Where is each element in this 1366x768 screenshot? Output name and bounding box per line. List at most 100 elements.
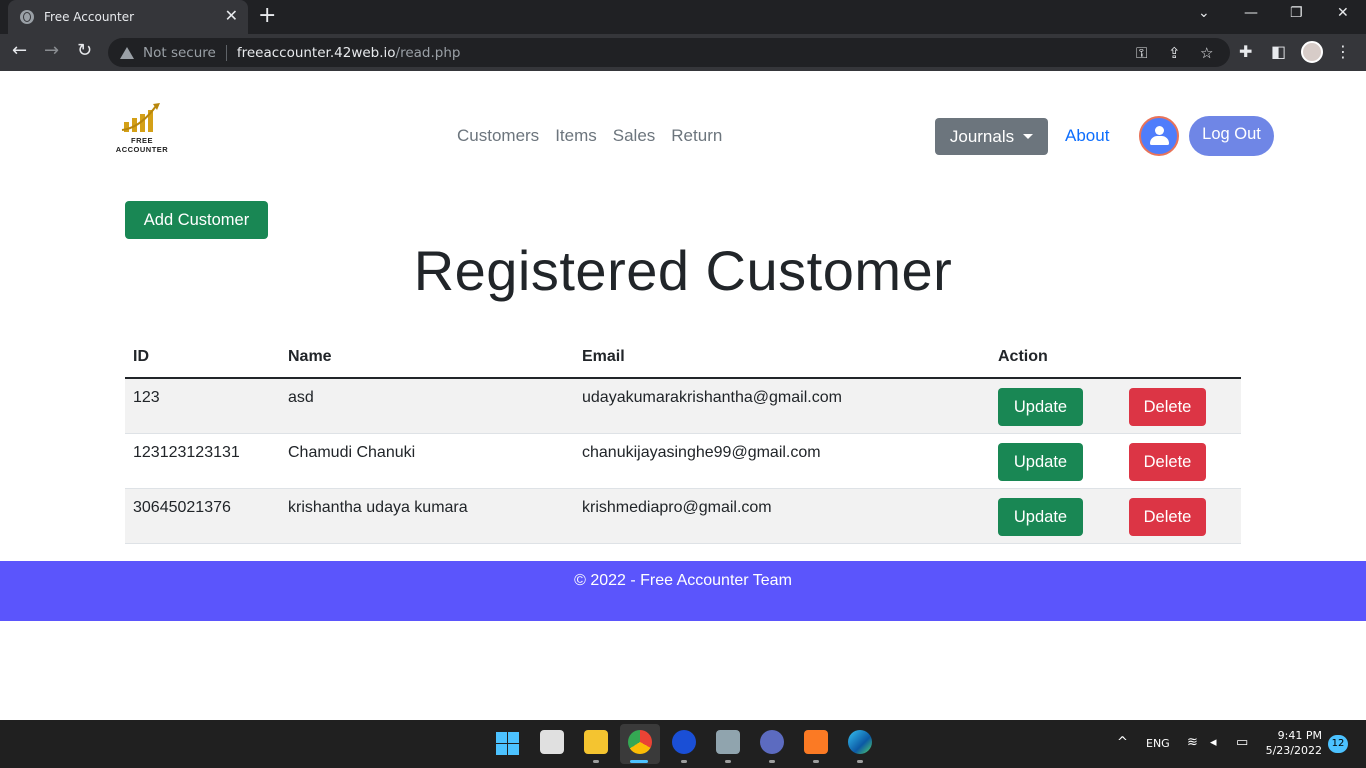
edge-icon[interactable] (848, 730, 872, 754)
nav-customers[interactable]: Customers (457, 126, 539, 146)
atom-icon[interactable] (760, 730, 784, 754)
header-id: ID (133, 348, 149, 365)
reload-icon[interactable]: ↻ (77, 41, 92, 61)
monitor-icon[interactable] (716, 730, 740, 754)
menu-icon[interactable]: ⋮ (1335, 42, 1351, 61)
restore-icon[interactable]: ❐ (1290, 5, 1303, 21)
logo-bars-icon (121, 103, 160, 132)
battery-icon[interactable]: ▭ (1236, 735, 1248, 750)
key-icon[interactable]: ⚿ (1136, 44, 1147, 62)
update-button[interactable]: Update (998, 498, 1083, 536)
address-bar[interactable]: Not secure freeaccounter.42web.io/read.p… (108, 38, 1230, 67)
xampp-icon[interactable] (804, 730, 828, 754)
nav-sales[interactable]: Sales (613, 126, 656, 146)
header-name: Name (288, 348, 332, 365)
tab-close-icon[interactable]: ✕ (225, 8, 238, 24)
site-logo[interactable]: FREE ACCOUNTER (112, 100, 174, 156)
url-host: freeaccounter.42web.io (236, 44, 396, 61)
running-indicator (769, 760, 775, 763)
cell-email: chanukijayasinghe99@gmail.com (582, 444, 821, 461)
journals-label: Journals (949, 126, 1015, 146)
close-window-icon[interactable]: ✕ (1337, 5, 1349, 21)
hp-icon[interactable] (672, 730, 696, 754)
clock-date: 5/23/2022 (1265, 744, 1322, 757)
back-icon[interactable]: ← (12, 41, 27, 61)
header-email: Email (582, 348, 625, 365)
cell-name: krishantha udaya kumara (288, 499, 468, 516)
user-profile-button[interactable] (1139, 116, 1179, 156)
running-indicator (725, 760, 731, 763)
site-footer: © 2022 - Free Accounter Team (0, 561, 1366, 621)
omnibox-divider (225, 44, 227, 61)
browser-titlebar: Free Accounter ✕ + ⌄ — ❐ ✕ (0, 0, 1366, 34)
file-explorer-icon[interactable] (584, 730, 608, 754)
table-row: 30645021376 krishantha udaya kumara kris… (125, 489, 1241, 544)
table-row: 123123123131 Chamudi Chanuki chanukijaya… (125, 434, 1241, 489)
delete-button[interactable]: Delete (1129, 388, 1206, 426)
taskbar: ^ ENG ≋ ◂ ▭ 9:41 PM 5/23/2022 12 (0, 720, 1366, 768)
logo-line1: FREE (130, 136, 153, 145)
extensions-icon[interactable]: ✚ (1239, 42, 1252, 61)
cell-email: krishmediapro@gmail.com (582, 499, 772, 516)
tab-search-icon[interactable]: ⌄ (1198, 5, 1210, 21)
user-icon-body (1150, 136, 1169, 145)
cell-name: asd (288, 389, 314, 406)
caret-down-icon (1023, 134, 1034, 139)
logout-button[interactable]: Log Out (1189, 116, 1274, 156)
task-view-icon[interactable] (540, 730, 564, 754)
delete-button[interactable]: Delete (1129, 443, 1206, 481)
security-label[interactable]: Not secure (143, 45, 216, 61)
profile-avatar[interactable] (1301, 41, 1323, 63)
browser-tab[interactable]: Free Accounter ✕ (8, 0, 248, 34)
delete-button[interactable]: Delete (1129, 498, 1206, 536)
chrome-icon[interactable] (628, 730, 652, 754)
running-indicator (857, 760, 863, 763)
new-tab-button[interactable]: + (258, 4, 276, 28)
nav-return[interactable]: Return (671, 126, 722, 146)
table-row: 123 asd udayakumarakrishantha@gmail.com … (125, 379, 1241, 434)
active-indicator (630, 760, 648, 763)
table-header: ID Name Email Action (125, 341, 1241, 379)
clock-time: 9:41 PM (1277, 729, 1322, 742)
cell-id: 30645021376 (133, 499, 231, 516)
bookmark-star-icon[interactable]: ☆ (1200, 44, 1213, 62)
cell-id: 123 (133, 389, 160, 406)
header-action: Action (998, 348, 1048, 365)
forward-icon[interactable]: → (44, 41, 59, 61)
windows-start-icon[interactable] (496, 732, 519, 755)
customer-table: ID Name Email Action 123 asd udayakumara… (125, 341, 1241, 544)
notification-badge[interactable]: 12 (1328, 735, 1348, 753)
running-indicator (813, 760, 819, 763)
running-indicator (681, 760, 687, 763)
volume-icon[interactable]: ◂ (1210, 735, 1217, 750)
user-icon (1155, 126, 1164, 135)
side-panel-icon[interactable]: ◧ (1271, 42, 1286, 61)
tab-title: Free Accounter (44, 10, 135, 24)
share-icon[interactable]: ⇪ (1168, 44, 1181, 62)
wifi-icon[interactable]: ≋ (1187, 735, 1198, 750)
cell-name: Chamudi Chanuki (288, 444, 416, 461)
globe-icon (20, 10, 34, 24)
update-button[interactable]: Update (998, 443, 1083, 481)
logo-line2: ACCOUNTER (115, 145, 169, 154)
minimize-icon[interactable]: — (1244, 5, 1258, 21)
language-indicator[interactable]: ENG (1146, 737, 1170, 750)
browser-toolbar: ← → ↻ Not secure freeaccounter.42web.io /… (0, 34, 1366, 71)
web-page: FREE ACCOUNTER Customers Items Sales Ret… (0, 71, 1366, 720)
running-indicator (593, 760, 599, 763)
main-nav: Customers Items Sales Return (457, 126, 722, 146)
clock[interactable]: 9:41 PM 5/23/2022 (1262, 728, 1322, 758)
nav-items[interactable]: Items (555, 126, 597, 146)
footer-text: © 2022 - Free Accounter Team (574, 572, 792, 589)
tray-overflow-icon[interactable]: ^ (1117, 735, 1128, 750)
logo-text: FREE ACCOUNTER (112, 136, 172, 154)
cell-id: 123123123131 (133, 444, 240, 461)
add-customer-button[interactable]: Add Customer (125, 201, 268, 239)
about-link[interactable]: About (1065, 126, 1109, 146)
journals-dropdown-button[interactable]: Journals (935, 118, 1048, 155)
url-path: /read.php (395, 44, 461, 61)
page-title: Registered Customer (413, 239, 953, 302)
update-button[interactable]: Update (998, 388, 1083, 426)
warning-icon (120, 46, 134, 59)
cell-email: udayakumarakrishantha@gmail.com (582, 389, 842, 406)
